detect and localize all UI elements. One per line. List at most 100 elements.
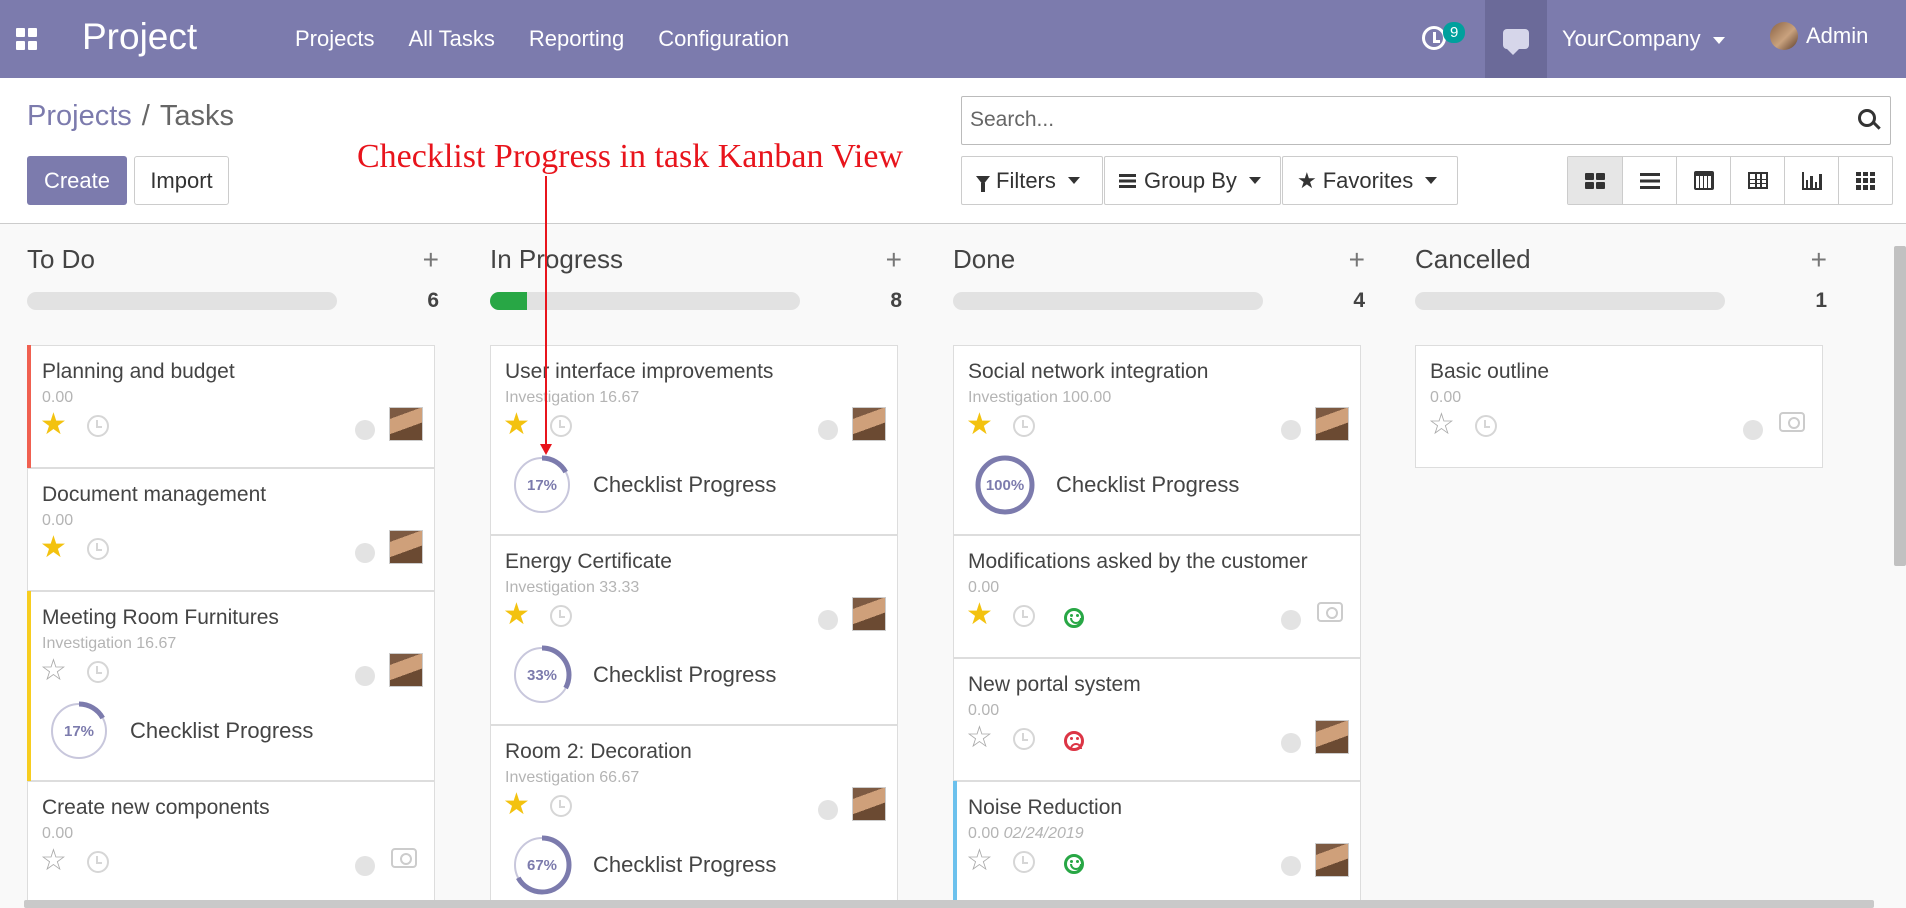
star-icon[interactable]: ★	[503, 600, 530, 630]
vertical-scrollbar[interactable]	[1894, 246, 1906, 566]
horizontal-scrollbar[interactable]	[24, 900, 1874, 908]
star-icon[interactable]: ☆	[1428, 410, 1455, 440]
task-card[interactable]: Basic outline 0.00 ☆	[1415, 345, 1823, 468]
menu-item-reporting[interactable]: Reporting	[529, 26, 624, 52]
search-input[interactable]	[962, 97, 1842, 142]
task-card[interactable]: New portal system 0.00 ☆	[953, 658, 1361, 781]
column-progress-bar[interactable]	[490, 292, 800, 310]
kanban-state-dot[interactable]	[355, 666, 375, 686]
kanban-state-dot[interactable]	[355, 420, 375, 440]
color-bar	[953, 781, 957, 904]
avatar	[389, 653, 423, 687]
import-button[interactable]: Import	[134, 156, 229, 205]
pivot-view-button[interactable]	[1838, 157, 1892, 204]
star-icon[interactable]: ☆	[966, 723, 993, 753]
column-title[interactable]: In Progress	[490, 244, 623, 275]
column-progress-bar[interactable]	[953, 292, 1263, 310]
add-task-button[interactable]: +	[886, 244, 902, 276]
add-task-button[interactable]: +	[1349, 244, 1365, 276]
kanban-state-dot[interactable]	[355, 543, 375, 563]
task-card[interactable]: Noise Reduction 0.00 02/24/2019 ☆	[953, 781, 1361, 904]
task-card[interactable]: Document management 0.00 ★	[27, 468, 435, 591]
search-icon[interactable]	[1858, 109, 1881, 131]
kanban-state-dot[interactable]	[1281, 733, 1301, 753]
clock-icon[interactable]	[1475, 415, 1497, 437]
add-task-button[interactable]: +	[423, 244, 439, 276]
task-card[interactable]: User interface improvements Investigation…	[490, 345, 898, 535]
column-title[interactable]: To Do	[27, 244, 95, 275]
clock-icon[interactable]	[550, 795, 572, 817]
kanban-view-button[interactable]	[1568, 157, 1622, 204]
column-progress-bar[interactable]	[1415, 292, 1725, 310]
kanban-state-dot[interactable]	[1281, 610, 1301, 630]
user-menu[interactable]: Admin	[1770, 22, 1868, 50]
task-card[interactable]: Modifications asked by the customer 0.00 ★	[953, 535, 1361, 658]
breadcrumb-projects[interactable]: Projects	[27, 100, 132, 132]
star-icon[interactable]: ☆	[966, 846, 993, 876]
kanban-state-dot[interactable]	[818, 610, 838, 630]
clock-icon[interactable]	[1013, 728, 1035, 750]
star-icon[interactable]: ★	[503, 410, 530, 440]
kanban-state-dot[interactable]	[818, 420, 838, 440]
column-progress-bar[interactable]	[27, 292, 337, 310]
avatar	[852, 597, 886, 631]
calendar-view-button[interactable]	[1676, 157, 1730, 204]
star-icon[interactable]: ☆	[40, 846, 67, 876]
column-title[interactable]: Cancelled	[1415, 244, 1531, 275]
add-task-button[interactable]: +	[1811, 244, 1827, 276]
kanban-state-dot[interactable]	[1281, 420, 1301, 440]
apps-grid-icon[interactable]	[16, 28, 38, 50]
clock-icon[interactable]	[1013, 605, 1035, 627]
clock-icon[interactable]	[1013, 851, 1035, 873]
menu-item-configuration[interactable]: Configuration	[658, 26, 789, 52]
company-switcher[interactable]: YourCompany	[1562, 26, 1725, 52]
star-icon[interactable]: ☆	[40, 656, 67, 686]
card-title: Noise Reduction	[968, 796, 1123, 819]
smile-icon	[1064, 854, 1084, 874]
calendar-view-icon	[1693, 171, 1714, 190]
camera-icon[interactable]	[391, 848, 417, 868]
task-card[interactable]: Room 2: Decoration Investigation 66.67 ★ 67…	[490, 725, 898, 908]
filters-button[interactable]: Filters	[961, 156, 1103, 205]
list-view-button[interactable]	[1622, 157, 1676, 204]
chat-button[interactable]	[1485, 0, 1547, 78]
star-icon[interactable]: ★	[966, 410, 993, 440]
checklist-label: Checklist Progress	[593, 852, 777, 877]
clock-icon[interactable]	[1013, 415, 1035, 437]
task-card[interactable]: Meeting Room Furnitures Investigation 16.…	[27, 591, 435, 781]
kanban-state-dot[interactable]	[818, 800, 838, 820]
menu-item-all-tasks[interactable]: All Tasks	[408, 26, 494, 52]
task-card[interactable]: Create new components 0.00 ☆	[27, 781, 435, 904]
control-panel: Projects / Tasks Create Import Filters Gro…	[0, 78, 1906, 224]
star-icon[interactable]: ★	[503, 790, 530, 820]
kanban-state-dot[interactable]	[1281, 856, 1301, 876]
table-view-button[interactable]	[1730, 157, 1784, 204]
menu-item-projects[interactable]: Projects	[295, 26, 374, 52]
app-title: Project	[82, 16, 198, 57]
clock-icon[interactable]	[550, 605, 572, 627]
column-progress-fill	[490, 292, 528, 310]
task-card[interactable]: Energy Certificate Investigation 33.33 ★ 33…	[490, 535, 898, 725]
create-button[interactable]: Create	[27, 156, 127, 205]
clock-icon[interactable]	[87, 661, 109, 683]
kanban-state-dot[interactable]	[355, 856, 375, 876]
task-card[interactable]: Planning and budget 0.00 ★	[27, 345, 435, 468]
clock-icon[interactable]	[87, 538, 109, 560]
clock-icon[interactable]	[550, 415, 572, 437]
star-icon[interactable]: ★	[40, 410, 67, 440]
clock-icon[interactable]	[87, 415, 109, 437]
clock-icon[interactable]	[87, 851, 109, 873]
card-subtitle: 0.00	[42, 389, 74, 406]
star-icon[interactable]: ★	[966, 600, 993, 630]
group-by-button[interactable]: Group By	[1104, 156, 1281, 205]
card-subtitle: Investigation 16.67	[42, 635, 177, 652]
camera-icon[interactable]	[1779, 412, 1805, 432]
favorites-button[interactable]: ★ Favorites	[1282, 156, 1458, 205]
graph-view-button[interactable]	[1784, 157, 1838, 204]
column-title[interactable]: Done	[953, 244, 1015, 275]
camera-icon[interactable]	[1317, 602, 1343, 622]
kanban-state-dot[interactable]	[1743, 420, 1763, 440]
avatar	[1315, 720, 1349, 754]
star-icon[interactable]: ★	[40, 533, 67, 563]
task-card[interactable]: Social network integration Investigation …	[953, 345, 1361, 535]
